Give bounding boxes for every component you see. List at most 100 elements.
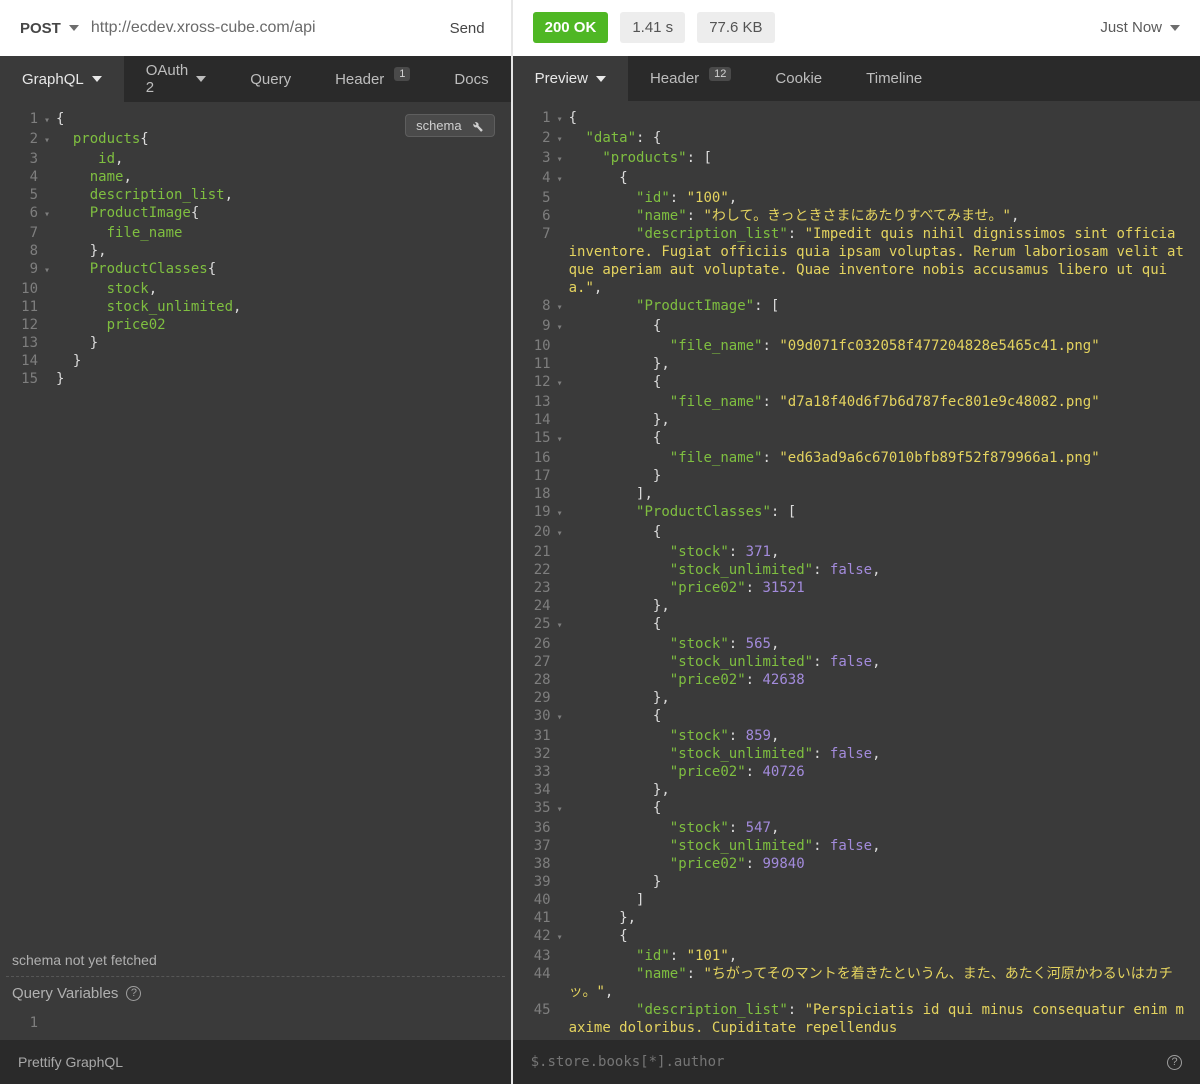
code-line[interactable]: 13 } <box>8 334 511 352</box>
code-line[interactable]: 10 stock, <box>8 280 511 298</box>
tab-preview[interactable]: Preview <box>513 56 628 102</box>
response-size-badge[interactable]: 77.6 KB <box>697 12 774 43</box>
code-line[interactable]: 17 } <box>521 467 1200 485</box>
query-variables-label: Query Variables <box>12 985 118 1002</box>
chevron-down-icon <box>596 76 606 82</box>
code-line[interactable]: 5 description_list, <box>8 186 511 204</box>
code-line[interactable]: 18 ], <box>521 485 1200 503</box>
graphql-editor-area: schema 1▾{2▾ products{3 id,4 name,5 desc… <box>0 102 511 1040</box>
url-input[interactable] <box>91 19 432 37</box>
code-line[interactable]: 1 <box>8 1014 511 1032</box>
code-line[interactable]: 29 }, <box>521 689 1200 707</box>
code-line[interactable]: 4▾ { <box>521 169 1200 189</box>
code-line[interactable]: 42▾ { <box>521 927 1200 947</box>
code-line[interactable]: 39 } <box>521 873 1200 891</box>
tab-graphql-label: GraphQL <box>22 71 84 88</box>
response-time-badge[interactable]: 1.41 s <box>620 12 685 43</box>
jsonpath-filter-input[interactable] <box>531 1054 1167 1070</box>
code-line[interactable]: 8▾ "ProductImage": [ <box>521 297 1200 317</box>
code-line[interactable]: 22 "stock_unlimited": false, <box>521 561 1200 579</box>
code-line[interactable]: 9▾ { <box>521 317 1200 337</box>
code-line[interactable]: 26 "stock": 565, <box>521 635 1200 653</box>
code-line[interactable]: 7 file_name <box>8 224 511 242</box>
code-line[interactable]: 5 "id": "100", <box>521 189 1200 207</box>
code-line[interactable]: 27 "stock_unlimited": false, <box>521 653 1200 671</box>
history-dropdown[interactable]: Just Now <box>1100 19 1180 36</box>
code-line[interactable]: 45 "description_list": "Perspiciatis id … <box>521 1001 1200 1037</box>
tab-request-header[interactable]: Header 1 <box>313 56 432 102</box>
code-line[interactable]: 15▾ { <box>521 429 1200 449</box>
tab-response-header-label: Header <box>650 70 699 87</box>
help-icon[interactable]: ? <box>1167 1055 1182 1070</box>
code-line[interactable]: 37 "stock_unlimited": false, <box>521 837 1200 855</box>
chevron-down-icon <box>69 25 79 31</box>
code-line[interactable]: 4 name, <box>8 168 511 186</box>
graphql-editor[interactable]: 1▾{2▾ products{3 id,4 name,5 description… <box>0 102 511 396</box>
code-line[interactable]: 9▾ ProductClasses{ <box>8 260 511 280</box>
tab-timeline-label: Timeline <box>866 70 922 87</box>
code-line[interactable]: 11 stock_unlimited, <box>8 298 511 316</box>
schema-status-message: schema not yet fetched <box>0 944 511 976</box>
code-line[interactable]: 24 }, <box>521 597 1200 615</box>
right-footer: ? <box>513 1040 1200 1084</box>
query-variables-header[interactable]: Query Variables ? <box>0 977 511 1010</box>
query-variables-editor[interactable]: 1 <box>0 1010 511 1040</box>
help-icon[interactable]: ? <box>126 986 141 1001</box>
code-line[interactable]: 1▾{ <box>521 109 1200 129</box>
code-line[interactable]: 19▾ "ProductClasses": [ <box>521 503 1200 523</box>
http-method-dropdown[interactable]: POST <box>20 20 79 37</box>
code-line[interactable]: 13 "file_name": "d7a18f40d6f7b6d787fec80… <box>521 393 1200 411</box>
tab-oauth2-label: OAuth 2 <box>146 62 189 96</box>
code-line[interactable]: 38 "price02": 99840 <box>521 855 1200 873</box>
request-tabbar: GraphQL OAuth 2 Query Header 1 Docs <box>0 56 511 102</box>
left-footer: Prettify GraphQL <box>0 1040 511 1084</box>
code-line[interactable]: 7 "description_list": "Impedit quis nihi… <box>521 225 1200 297</box>
code-line[interactable]: 12 price02 <box>8 316 511 334</box>
code-line[interactable]: 3 id, <box>8 150 511 168</box>
send-button[interactable]: Send <box>444 16 491 41</box>
tab-docs[interactable]: Docs <box>432 56 510 102</box>
code-line[interactable]: 25▾ { <box>521 615 1200 635</box>
code-line[interactable]: 32 "stock_unlimited": false, <box>521 745 1200 763</box>
code-line[interactable]: 14 } <box>8 352 511 370</box>
tab-graphql[interactable]: GraphQL <box>0 56 124 102</box>
response-viewer[interactable]: 1▾{2▾ "data": {3▾ "products": [4▾ {5 "id… <box>513 101 1200 1040</box>
tab-cookie-label: Cookie <box>775 70 822 87</box>
code-line[interactable]: 21 "stock": 371, <box>521 543 1200 561</box>
status-badge[interactable]: 200 OK <box>533 12 609 43</box>
code-line[interactable]: 11 }, <box>521 355 1200 373</box>
code-line[interactable]: 20▾ { <box>521 523 1200 543</box>
code-line[interactable]: 44 "name": "ちがってそのマントを着きたというん、また、あたく河原かわ… <box>521 965 1200 1001</box>
request-topbar: POST Send <box>0 0 511 56</box>
code-line[interactable]: 23 "price02": 31521 <box>521 579 1200 597</box>
code-line[interactable]: 36 "stock": 547, <box>521 819 1200 837</box>
code-line[interactable]: 35▾ { <box>521 799 1200 819</box>
code-line[interactable]: 15} <box>8 370 511 388</box>
code-line[interactable]: 2▾ "data": { <box>521 129 1200 149</box>
schema-button[interactable]: schema <box>405 114 495 137</box>
code-line[interactable]: 40 ] <box>521 891 1200 909</box>
code-line[interactable]: 14 }, <box>521 411 1200 429</box>
code-line[interactable]: 12▾ { <box>521 373 1200 393</box>
code-line[interactable]: 16 "file_name": "ed63ad9a6c67010bfb89f52… <box>521 449 1200 467</box>
tab-cookie[interactable]: Cookie <box>753 56 844 102</box>
tab-preview-label: Preview <box>535 70 588 87</box>
code-line[interactable]: 41 }, <box>521 909 1200 927</box>
code-line[interactable]: 28 "price02": 42638 <box>521 671 1200 689</box>
code-line[interactable]: 8 }, <box>8 242 511 260</box>
code-line[interactable]: 6 "name": "わして。きっときさまにあたりすべてみませ。", <box>521 207 1200 225</box>
code-line[interactable]: 30▾ { <box>521 707 1200 727</box>
code-line[interactable]: 6▾ ProductImage{ <box>8 204 511 224</box>
tab-query[interactable]: Query <box>228 56 313 102</box>
code-line[interactable]: 33 "price02": 40726 <box>521 763 1200 781</box>
prettify-button[interactable]: Prettify GraphQL <box>18 1054 123 1070</box>
code-line[interactable]: 3▾ "products": [ <box>521 149 1200 169</box>
code-line[interactable]: 34 }, <box>521 781 1200 799</box>
tab-timeline[interactable]: Timeline <box>844 56 944 102</box>
code-line[interactable]: 31 "stock": 859, <box>521 727 1200 745</box>
chevron-down-icon <box>92 76 102 82</box>
code-line[interactable]: 10 "file_name": "09d071fc032058f47720482… <box>521 337 1200 355</box>
code-line[interactable]: 43 "id": "101", <box>521 947 1200 965</box>
tab-oauth2[interactable]: OAuth 2 <box>124 56 229 102</box>
tab-response-header[interactable]: Header 12 <box>628 56 753 102</box>
